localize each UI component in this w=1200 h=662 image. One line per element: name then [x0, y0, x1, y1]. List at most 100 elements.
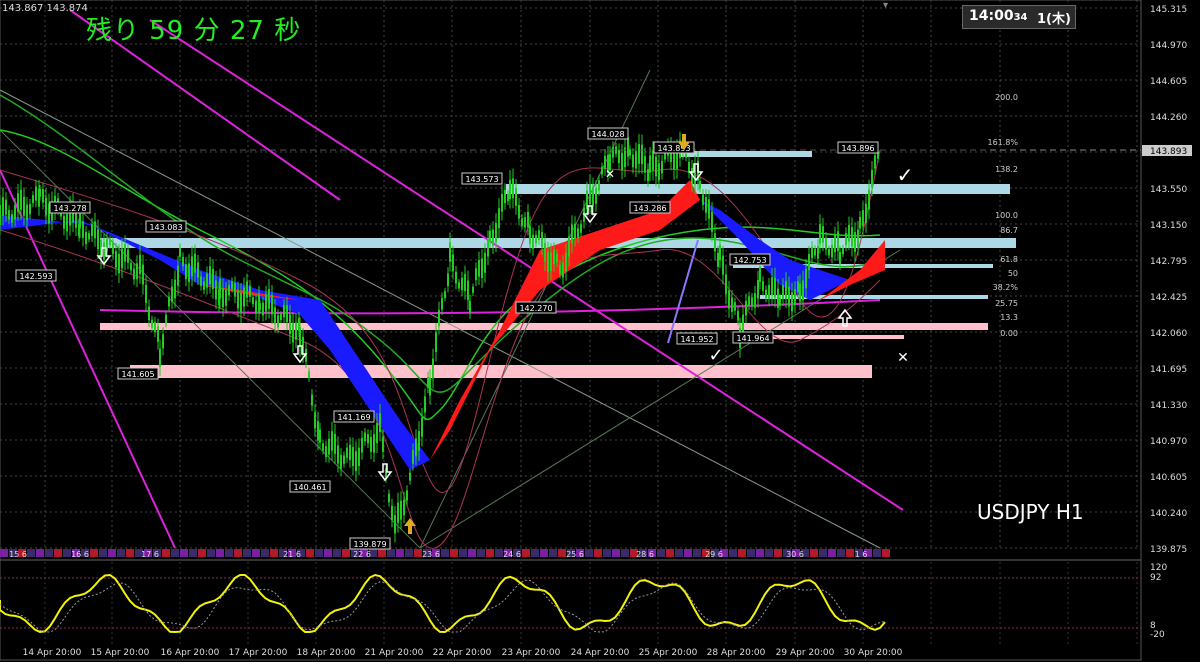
- date-strip-cell: [477, 549, 485, 557]
- date-strip-cell: [315, 549, 323, 557]
- candle-body: [874, 155, 876, 169]
- candle-body: [391, 505, 393, 521]
- candle-body: [722, 255, 724, 275]
- candle-body: [274, 307, 276, 325]
- candle-body: [388, 493, 390, 503]
- candle-body: [811, 246, 813, 259]
- candle-body: [337, 445, 339, 464]
- candle-body: [632, 154, 634, 168]
- date-strip-label: 21 6: [283, 550, 301, 559]
- time-axis-label: 17 Apr 20:00: [229, 648, 288, 658]
- cross-icon: ✕: [605, 167, 615, 181]
- candle-body: [262, 302, 264, 316]
- price-callout-label: 142.270: [519, 304, 552, 313]
- chart-window[interactable]: 15 6 16 6 17 6 21 6 22 6 23 6 24 6 25 6 28 6 29 6…: [0, 0, 1200, 662]
- date-strip-label: 24 6: [503, 550, 521, 559]
- candle-body: [252, 297, 254, 305]
- candle-body: [805, 268, 807, 289]
- ichimoku-cloud-bull-2: [430, 180, 700, 460]
- candle-body: [115, 251, 117, 268]
- candle-body: [29, 204, 31, 215]
- candle-body: [571, 224, 573, 244]
- date-strip-label: 16 6: [71, 550, 89, 559]
- candle-body: [268, 289, 270, 309]
- date-strip-cell: [810, 549, 818, 557]
- candle-body: [851, 227, 853, 247]
- candle-body: [868, 189, 870, 210]
- candle-body: [118, 253, 120, 274]
- price-callout-label: 142.593: [19, 272, 52, 281]
- date-strip-cell: [225, 549, 233, 557]
- candle-body: [472, 286, 474, 293]
- candle-body: [817, 245, 819, 259]
- candle-body: [621, 152, 623, 171]
- candle-body: [435, 332, 437, 352]
- date-strip-cell: [738, 549, 746, 557]
- up-arrow-icon: [404, 518, 416, 534]
- date-strip-cell: [378, 549, 386, 557]
- price-callout-label: 144.028: [591, 130, 624, 139]
- candle-body: [219, 278, 221, 299]
- candle-body: [802, 280, 804, 301]
- price-callout-label: 143.286: [633, 204, 666, 213]
- candle-body: [492, 229, 494, 246]
- time-axis-label: 25 Apr 20:00: [639, 648, 698, 658]
- candle-body: [188, 263, 190, 283]
- date-strip-cell: [459, 549, 467, 557]
- candle-body: [23, 196, 25, 216]
- candle-body: [394, 515, 396, 534]
- price-callout-label: 143.573: [465, 175, 498, 184]
- oscillator-line: [0, 573, 886, 634]
- candle-body: [444, 291, 446, 299]
- price-chart[interactable]: 15 6 16 6 17 6 21 6 22 6 23 6 24 6 25 6 28 6 29 6…: [0, 0, 1200, 662]
- candle-body: [349, 444, 351, 461]
- bar-countdown: 残り 59 分 27 秒: [86, 16, 302, 46]
- cross-icon: ✕: [897, 350, 909, 366]
- chart-menu-icon[interactable]: ▾: [883, 0, 888, 11]
- candle-body: [512, 178, 514, 199]
- candle-body: [376, 423, 378, 444]
- candle-body: [449, 242, 451, 262]
- candle-body: [550, 252, 552, 272]
- candle-body: [507, 193, 509, 202]
- candle-body: [162, 334, 164, 349]
- candle-body: [94, 221, 96, 239]
- candle-body: [367, 434, 369, 444]
- candle-body: [283, 305, 285, 318]
- candle-body: [717, 252, 719, 267]
- date-strip-cell: [63, 549, 71, 557]
- date-strip-cell: [180, 549, 188, 557]
- server-clock: 14:0034 1(木): [962, 5, 1076, 29]
- candle-body: [409, 472, 411, 481]
- candle-body: [237, 290, 239, 309]
- fib-level-label: 25.75: [995, 299, 1018, 308]
- date-strip-cell: [252, 549, 260, 557]
- candle-body: [82, 221, 84, 239]
- check-icon: ✓: [708, 345, 723, 366]
- date-strip-cell: [333, 549, 341, 557]
- fib-level-label: 0.00: [1000, 329, 1018, 338]
- date-strip-cell: [684, 549, 692, 557]
- candle-body: [859, 216, 861, 229]
- price-callout-label: 143.083: [149, 223, 182, 232]
- time-axis-label: 22 Apr 20:00: [433, 648, 492, 658]
- candle-body: [828, 248, 830, 256]
- candle-body: [589, 184, 591, 205]
- candle-body: [461, 277, 463, 291]
- candle-body: [103, 242, 105, 260]
- candle-body: [228, 284, 230, 296]
- candle-body: [487, 239, 489, 257]
- time-axis-label: 16 Apr 20:00: [161, 648, 220, 658]
- price-axis-label: 140.970: [1150, 437, 1187, 447]
- candle-body: [346, 447, 348, 458]
- candle-body: [136, 263, 138, 280]
- candle-body: [837, 231, 839, 251]
- date-strip-cell: [108, 549, 116, 557]
- date-strip-cell: [558, 549, 566, 557]
- candle-body: [638, 144, 640, 164]
- date-strip-label: 25 6: [566, 550, 584, 559]
- candle-body: [185, 264, 187, 280]
- candle-body: [612, 146, 614, 158]
- candle-body: [85, 232, 87, 244]
- candle-body: [109, 238, 111, 246]
